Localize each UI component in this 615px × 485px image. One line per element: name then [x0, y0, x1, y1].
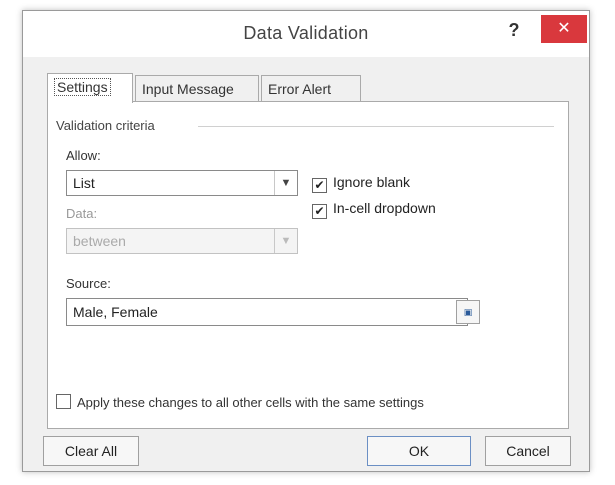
ok-button[interactable]: OK — [367, 436, 471, 466]
validation-criteria-label: Validation criteria — [56, 118, 159, 133]
clear-all-button[interactable]: Clear All — [43, 436, 139, 466]
source-label: Source: — [66, 276, 111, 291]
title-bar[interactable]: Data Validation ? ✕ — [23, 11, 589, 57]
allow-label: Allow: — [66, 148, 101, 163]
tab-settings-label: Settings — [54, 78, 111, 96]
ignore-blank-checkbox[interactable]: ✔ Ignore blank — [312, 174, 410, 193]
help-button[interactable]: ? — [503, 17, 525, 43]
chevron-down-icon[interactable]: ▼ — [274, 171, 297, 195]
group-divider — [198, 126, 554, 127]
checkmark-icon[interactable]: ✔ — [312, 204, 327, 219]
apply-all-label: Apply these changes to all other cells w… — [77, 395, 424, 410]
tab-settings[interactable]: Settings — [47, 73, 133, 103]
cancel-button[interactable]: Cancel — [485, 436, 571, 466]
apply-all-checkbox[interactable]: Apply these changes to all other cells w… — [56, 394, 424, 410]
tab-error-alert[interactable]: Error Alert — [261, 75, 361, 101]
checkbox-box[interactable] — [56, 394, 71, 409]
close-button[interactable]: ✕ — [541, 15, 587, 43]
collapse-dialog-icon[interactable]: ▣ — [456, 300, 480, 324]
chevron-down-icon: ▼ — [274, 229, 297, 253]
checkmark-icon[interactable]: ✔ — [312, 178, 327, 193]
data-dropdown: between ▼ — [66, 228, 298, 254]
allow-value: List — [73, 175, 95, 191]
tab-input-message[interactable]: Input Message — [135, 75, 259, 101]
source-input[interactable]: Male, Female — [66, 298, 468, 326]
settings-panel: Validation criteria Allow: List ▼ Data: … — [47, 101, 569, 429]
data-validation-dialog: Data Validation ? ✕ Settings Input Messa… — [22, 10, 590, 472]
allow-dropdown[interactable]: List ▼ — [66, 170, 298, 196]
in-cell-dropdown-checkbox[interactable]: ✔ In-cell dropdown — [312, 200, 436, 219]
in-cell-dropdown-label: In-cell dropdown — [333, 200, 436, 216]
data-label: Data: — [66, 206, 98, 221]
ignore-blank-label: Ignore blank — [333, 174, 411, 190]
data-value: between — [73, 233, 126, 249]
